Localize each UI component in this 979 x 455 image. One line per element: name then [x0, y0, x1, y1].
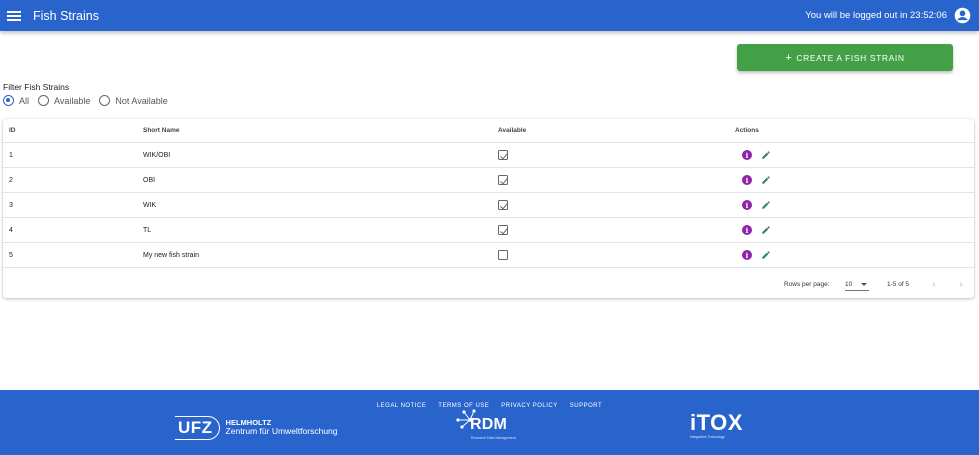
table-row: 1 WIK/OBI i	[3, 143, 974, 168]
table-row: 5 My new fish strain i	[3, 243, 974, 268]
checkbox-checked-icon	[498, 200, 508, 210]
ufz-line2: Zentrum für Umweltforschung	[225, 426, 338, 437]
dropdown-caret-icon	[861, 282, 868, 286]
cell-available	[498, 243, 508, 267]
checkbox-checked-icon	[498, 150, 508, 160]
cell-actions: i	[735, 218, 771, 242]
radio-label: Not Available	[115, 95, 168, 106]
rdm-word: RDM	[470, 416, 508, 433]
itox-logo[interactable]: iTOX Integrative Toxicology	[690, 410, 743, 440]
cell-id: 5	[9, 251, 13, 259]
ufz-mark: UFZ	[175, 416, 220, 440]
account-circle-icon[interactable]	[954, 7, 971, 24]
app-bar: Fish Strains You will be logged out in 2…	[0, 0, 979, 31]
footer-link-support[interactable]: SUPPORT	[570, 403, 602, 409]
cell-id: 3	[9, 201, 13, 209]
table-pagination: Rows per page: 10 1-5 of 5 ‹ ›	[3, 270, 974, 298]
pagination-range: 1-5 of 5	[887, 281, 910, 288]
previous-page-button[interactable]: ‹	[928, 277, 940, 291]
checkbox-checked-icon	[498, 175, 508, 185]
rows-per-page-value: 10	[845, 280, 853, 288]
itox-subtitle: Integrative Toxicology	[690, 435, 725, 439]
edit-pencil-icon[interactable]	[761, 200, 771, 210]
cell-available	[498, 168, 508, 192]
filter-radio-not-available[interactable]: Not Available	[99, 95, 168, 106]
cell-id: 2	[9, 176, 13, 184]
info-icon[interactable]: i	[742, 150, 752, 160]
table-row: 4 TL i	[3, 218, 974, 243]
rdm-subtitle: Research Data Management	[471, 436, 516, 440]
cell-short-name: WIK	[143, 201, 157, 209]
itox-word: iTOX	[690, 410, 743, 435]
filter-title: Filter Fish Strains	[3, 82, 70, 92]
column-header-actions: Actions	[735, 127, 759, 134]
next-page-button[interactable]: ›	[955, 277, 967, 291]
cell-actions: i	[735, 193, 771, 217]
cell-short-name: OBI	[143, 176, 156, 184]
radio-label: Available	[54, 95, 91, 106]
table-header-row: ID Short Name Available Actions	[3, 119, 974, 143]
ufz-text: HELMHOLTZ Zentrum für Umweltforschung	[225, 418, 338, 437]
cell-available	[498, 193, 508, 217]
checkbox-unchecked-icon	[498, 250, 508, 260]
info-icon[interactable]: i	[742, 250, 752, 260]
ufz-logo[interactable]: UFZ HELMHOLTZ Zentrum für Umweltforschun…	[175, 416, 338, 440]
create-button-label: CREATE A FISH STRAIN	[796, 52, 905, 63]
cell-actions: i	[735, 243, 771, 267]
cell-available	[498, 143, 508, 167]
rows-per-page-label: Rows per page:	[784, 281, 830, 288]
column-header-available[interactable]: Available	[498, 119, 526, 142]
hamburger-menu-icon[interactable]	[7, 10, 21, 21]
fish-strains-table: ID Short Name Available Actions 1 WIK/OB…	[3, 119, 974, 298]
edit-pencil-icon[interactable]	[761, 225, 771, 235]
table-row: 3 WIK i	[3, 193, 974, 218]
cell-short-name: WIK/OBI	[143, 151, 171, 159]
radio-label: All	[19, 95, 30, 106]
page-title: Fish Strains	[33, 8, 99, 23]
column-header-id[interactable]: ID	[9, 119, 16, 142]
info-icon[interactable]: i	[742, 200, 752, 210]
edit-pencil-icon[interactable]	[761, 250, 771, 260]
radio-unchecked-icon	[38, 95, 50, 106]
radio-unchecked-icon	[99, 95, 111, 106]
filter-radio-group: All Available Not Available	[3, 95, 177, 106]
column-header-short-name[interactable]: Short Name	[143, 119, 179, 142]
rdm-logo[interactable]: RDM Research Data Management	[454, 408, 516, 444]
radio-checked-icon	[3, 95, 14, 106]
filter-radio-available[interactable]: Available	[38, 95, 90, 106]
checkbox-checked-icon	[498, 225, 508, 235]
cell-actions: i	[735, 143, 771, 167]
cell-short-name: My new fish strain	[143, 251, 200, 259]
edit-pencil-icon[interactable]	[761, 175, 771, 185]
cell-id: 4	[9, 226, 13, 234]
filter-radio-all[interactable]: All	[3, 95, 29, 106]
info-icon[interactable]: i	[742, 225, 752, 235]
footer: LEGAL NOTICE TERMS OF USE PRIVACY POLICY…	[0, 390, 979, 455]
edit-pencil-icon[interactable]	[761, 150, 771, 160]
session-timer: You will be logged out in 23:52:06	[805, 10, 947, 21]
plus-icon: +	[785, 51, 793, 64]
cell-available	[498, 218, 508, 242]
cell-id: 1	[9, 151, 13, 159]
footer-link-legal-notice[interactable]: LEGAL NOTICE	[377, 403, 426, 409]
cell-actions: i	[735, 168, 771, 192]
info-icon[interactable]: i	[742, 175, 752, 185]
create-fish-strain-button[interactable]: + CREATE A FISH STRAIN	[737, 44, 953, 71]
rows-per-page-select[interactable]: 10	[845, 278, 869, 291]
cell-short-name: TL	[143, 226, 152, 234]
table-row: 2 OBI i	[3, 168, 974, 193]
